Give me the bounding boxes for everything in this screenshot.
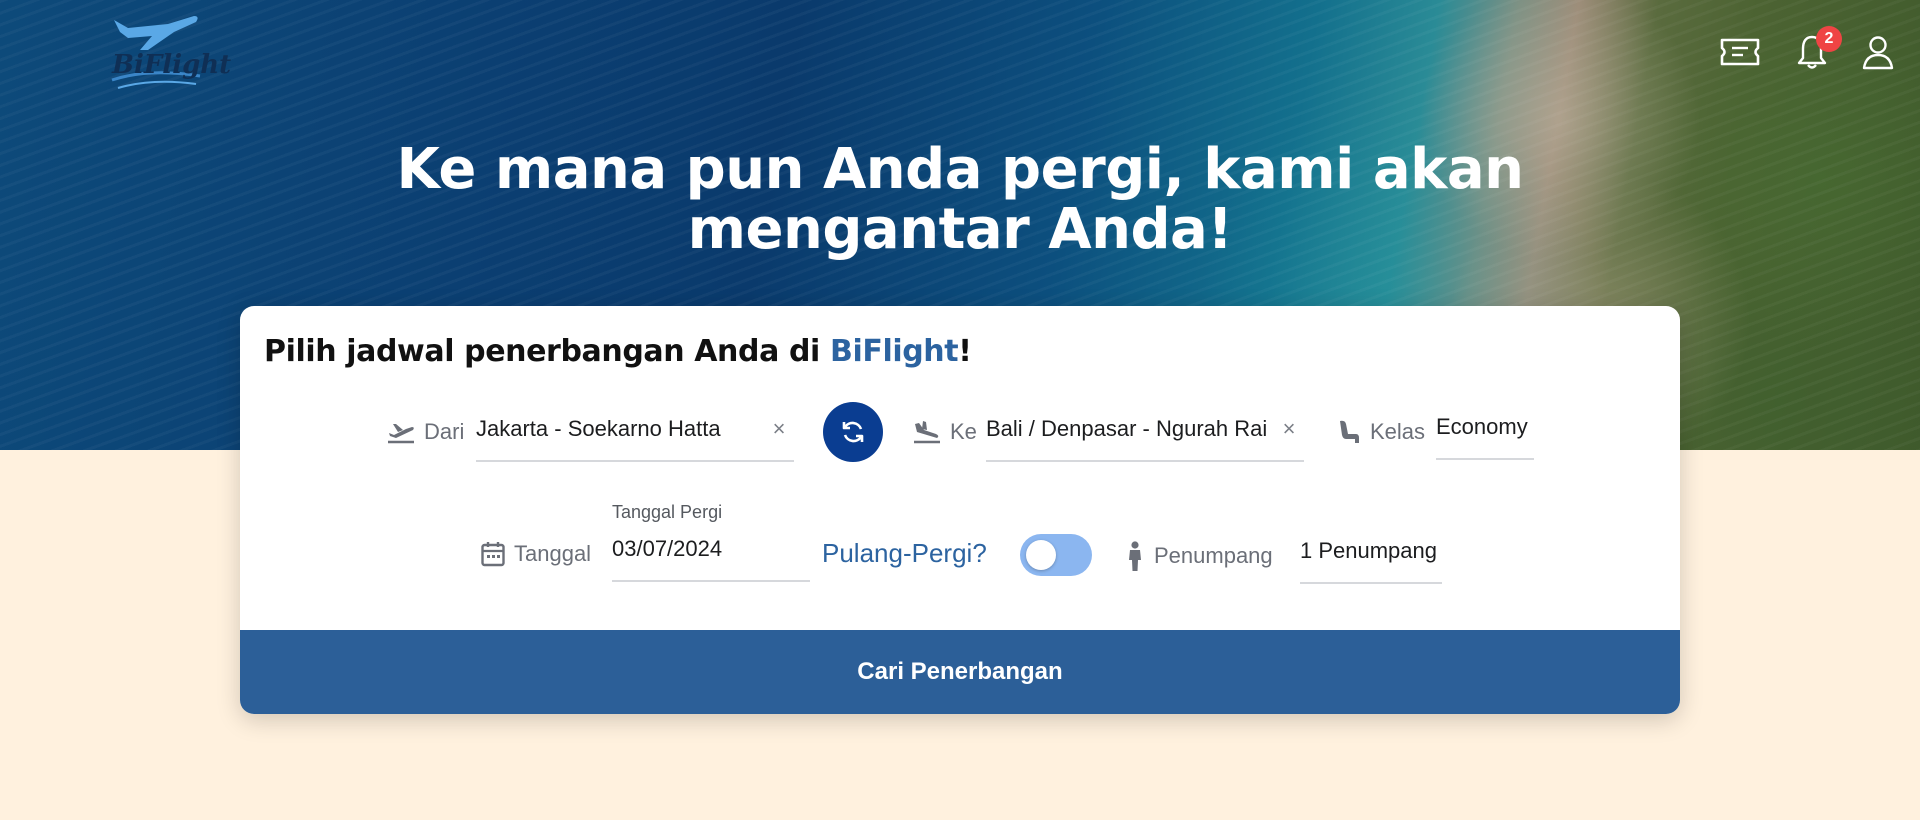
calendar-icon xyxy=(481,542,505,567)
passengers-label-text: Penumpang xyxy=(1154,543,1273,568)
class-label-text: Kelas xyxy=(1370,419,1426,444)
flight-takeoff-icon xyxy=(388,424,414,444)
date-label-text: Tanggal xyxy=(514,541,592,566)
title-suffix: ! xyxy=(958,334,972,369)
round-trip-toggle[interactable] xyxy=(1020,534,1092,576)
from-label: Dari xyxy=(386,418,464,446)
search-flights-button[interactable]: Cari Penerbangan xyxy=(240,630,1680,714)
notifications-button[interactable]: 2 xyxy=(1790,26,1842,74)
ticket-icon xyxy=(1720,38,1760,66)
from-input[interactable]: Jakarta - Soekarno Hatta × xyxy=(476,398,794,462)
profile-button[interactable] xyxy=(1856,30,1900,74)
date-label: Tanggal xyxy=(480,540,591,568)
flight-land-icon xyxy=(914,421,940,444)
passengers-label: Penumpang xyxy=(1124,540,1273,572)
swap-airports-button[interactable] xyxy=(823,402,883,462)
class-select[interactable]: Economy xyxy=(1436,396,1534,460)
departure-date-value: 03/07/2024 xyxy=(612,536,723,561)
title-brand: BiFlight xyxy=(830,334,959,369)
class-label: Kelas xyxy=(1336,418,1425,446)
flight-search-card: Pilih jadwal penerbangan Anda di BiFligh… xyxy=(240,306,1680,714)
passengers-input[interactable]: 1 Penumpang xyxy=(1300,520,1442,584)
clear-from-icon[interactable]: × xyxy=(764,416,794,442)
person-icon xyxy=(1129,541,1141,571)
biflight-logo[interactable]: BiFlight xyxy=(108,10,231,96)
departure-date-input[interactable]: 03/07/2024 xyxy=(612,518,810,582)
round-trip-label: Pulang-Pergi? xyxy=(822,538,987,568)
from-value: Jakarta - Soekarno Hatta xyxy=(476,416,721,441)
logo-text: BiFlight xyxy=(112,50,232,80)
user-icon xyxy=(1862,36,1894,70)
seat-icon xyxy=(1340,420,1359,443)
tickets-button[interactable] xyxy=(1718,30,1762,74)
hero-headline: Ke mana pun Anda pergi, kami akan mengan… xyxy=(396,137,1524,262)
to-value: Bali / Denpasar - Ngurah Rai xyxy=(986,416,1268,441)
swap-arrows-icon xyxy=(842,421,864,443)
passengers-value: 1 Penumpang xyxy=(1300,538,1437,563)
to-input[interactable]: Bali / Denpasar - Ngurah Rai × xyxy=(986,398,1304,462)
toggle-knob xyxy=(1026,540,1056,570)
clear-to-icon[interactable]: × xyxy=(1274,416,1304,442)
to-label-text: Ke xyxy=(950,419,977,444)
notification-count-badge: 2 xyxy=(1816,26,1842,52)
from-label-text: Dari xyxy=(424,419,465,444)
title-prefix: Pilih jadwal penerbangan Anda di xyxy=(264,334,830,369)
class-value: Economy xyxy=(1436,414,1528,439)
to-label: Ke xyxy=(912,418,977,446)
search-card-title: Pilih jadwal penerbangan Anda di BiFligh… xyxy=(264,334,972,369)
